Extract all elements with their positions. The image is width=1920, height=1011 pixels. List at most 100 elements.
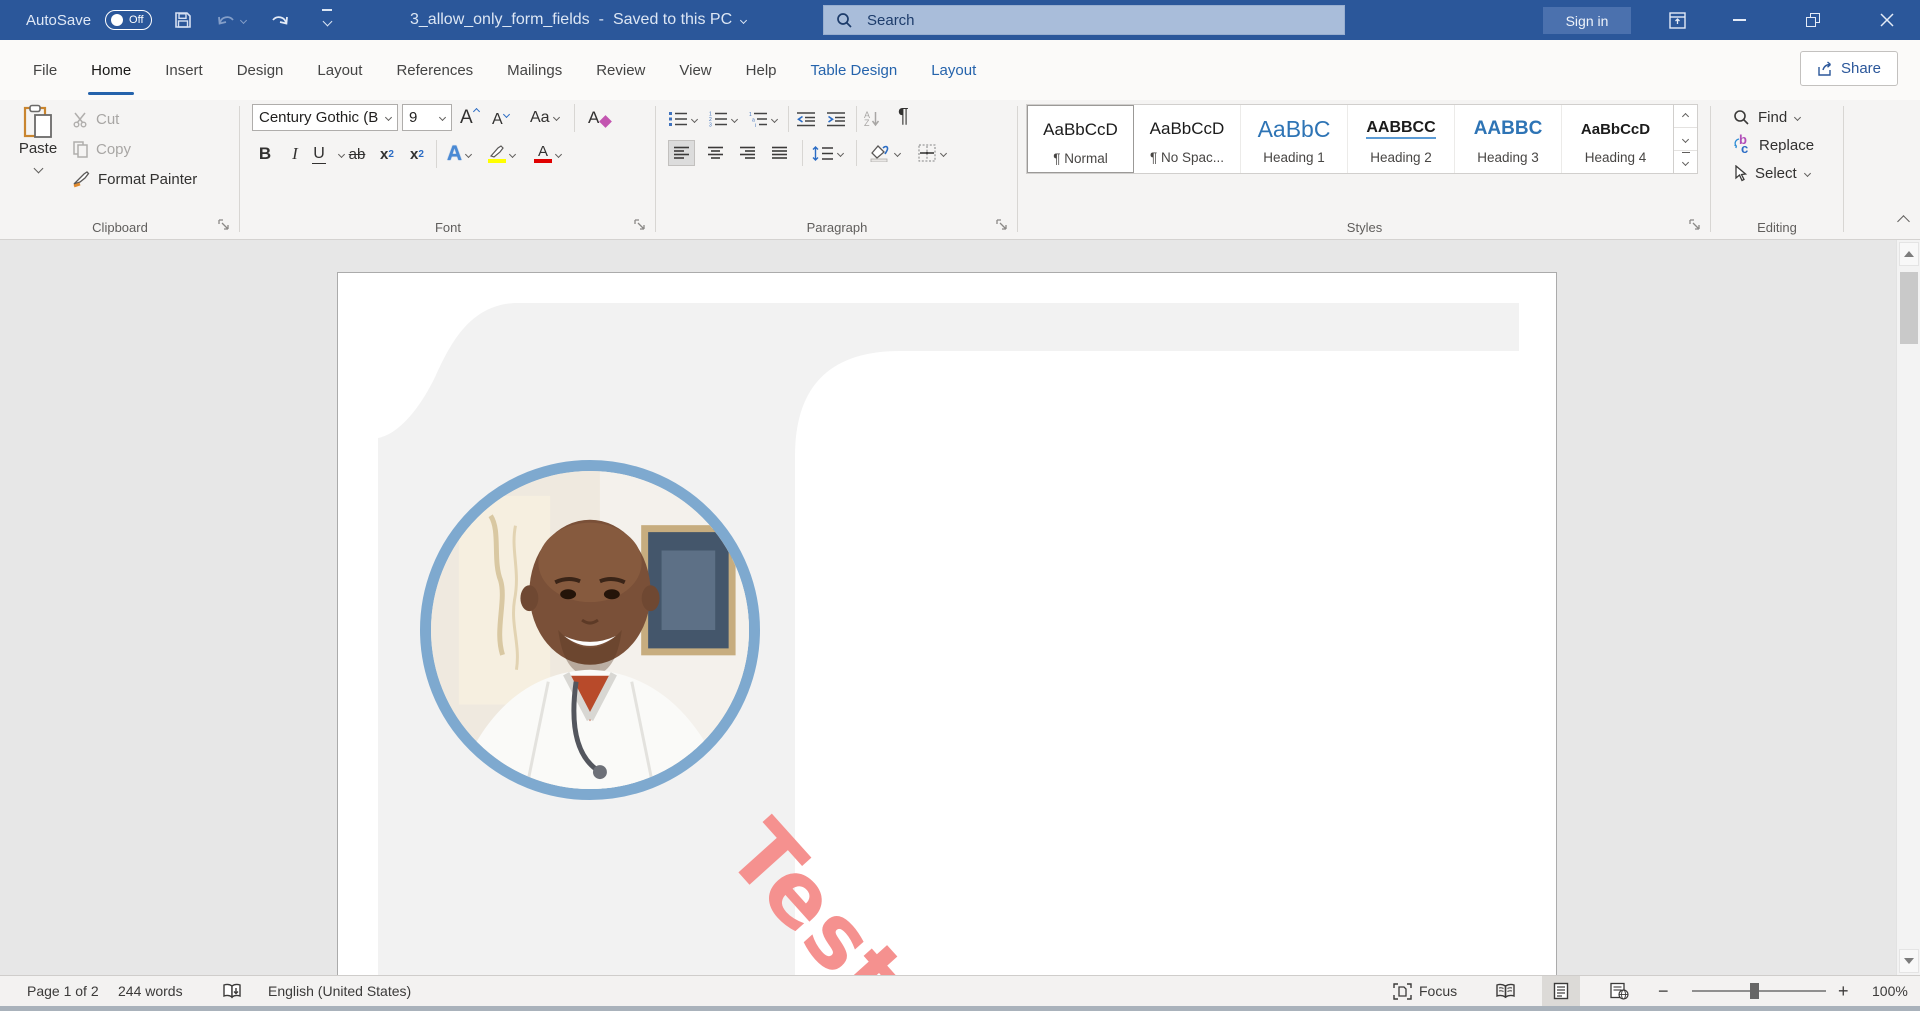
scrollbar-thumb[interactable] xyxy=(1900,272,1918,344)
tab-layout[interactable]: Layout xyxy=(300,40,379,100)
read-mode-button[interactable] xyxy=(1486,976,1524,1006)
scroll-down-button[interactable] xyxy=(1899,949,1919,973)
restore-button[interactable] xyxy=(1790,0,1836,40)
numbered-list-button[interactable]: 1 2 3 xyxy=(708,106,728,132)
sort-button[interactable]: AZ xyxy=(864,106,880,132)
style-heading-3[interactable]: AABBC Heading 3 xyxy=(1455,105,1562,173)
share-button[interactable]: Share xyxy=(1800,51,1898,86)
highlight-button[interactable] xyxy=(488,140,515,168)
profile-photo[interactable] xyxy=(420,460,760,800)
proofing-status-button[interactable] xyxy=(222,976,243,1006)
numbered-list-dropdown[interactable] xyxy=(732,106,737,132)
clipboard-dialog-launcher[interactable] xyxy=(218,219,233,234)
page-indicator[interactable]: Page 1 of 2 xyxy=(27,976,99,1006)
styles-scroll-up-button[interactable] xyxy=(1674,105,1697,127)
autosave-toggle[interactable]: Off xyxy=(105,10,152,30)
style-heading-1[interactable]: AaBbC Heading 1 xyxy=(1241,105,1348,173)
document-canvas[interactable]: Test xyxy=(0,240,1920,975)
align-left-button[interactable] xyxy=(668,140,695,166)
tab-design[interactable]: Design xyxy=(220,40,301,100)
align-right-icon xyxy=(739,146,756,160)
align-center-button[interactable] xyxy=(702,140,729,166)
tab-view[interactable]: View xyxy=(662,40,728,100)
search-bar[interactable] xyxy=(823,5,1345,35)
document-page[interactable]: Test xyxy=(337,272,1557,975)
strikethrough-button[interactable]: ab xyxy=(344,140,370,168)
show-hide-marks-button[interactable]: ¶ xyxy=(898,103,909,129)
shrink-font-button[interactable]: A xyxy=(492,106,509,133)
align-right-button[interactable] xyxy=(734,140,761,166)
bold-button[interactable]: B xyxy=(252,140,278,168)
scroll-up-button[interactable] xyxy=(1899,242,1919,266)
language-indicator[interactable]: English (United States) xyxy=(268,976,411,1006)
decrease-indent-button[interactable] xyxy=(796,106,816,132)
tab-table-layout[interactable]: Layout xyxy=(914,40,993,100)
ribbon-display-options-button[interactable] xyxy=(1654,0,1700,40)
tab-mailings[interactable]: Mailings xyxy=(490,40,579,100)
multilevel-list-dropdown[interactable] xyxy=(772,106,777,132)
web-layout-button[interactable] xyxy=(1600,976,1638,1006)
increase-indent-button[interactable] xyxy=(826,106,846,132)
italic-button[interactable]: I xyxy=(282,140,308,168)
zoom-in-button[interactable]: + xyxy=(1838,976,1849,1006)
font-dialog-launcher[interactable] xyxy=(634,219,649,234)
paragraph-dialog-launcher[interactable] xyxy=(996,219,1011,234)
font-color-button[interactable]: A xyxy=(534,140,561,168)
tab-insert[interactable]: Insert xyxy=(148,40,220,100)
clear-formatting-button[interactable]: A xyxy=(588,104,610,131)
paste-button[interactable]: Paste xyxy=(12,104,64,214)
print-layout-button[interactable] xyxy=(1542,976,1580,1006)
font-name-combo[interactable]: Century Gothic (B xyxy=(252,104,398,131)
tab-home[interactable]: Home xyxy=(74,40,148,100)
styles-scroll-down-button[interactable] xyxy=(1674,127,1697,151)
style-normal[interactable]: AaBbCcD ¶ Normal xyxy=(1027,105,1134,173)
grow-font-button[interactable]: A xyxy=(460,104,479,131)
close-button[interactable] xyxy=(1864,0,1910,40)
document-title[interactable]: 3_allow_only_form_fields - Saved to this… xyxy=(410,0,746,40)
zoom-slider-thumb[interactable] xyxy=(1750,983,1759,999)
search-input[interactable] xyxy=(867,12,1287,29)
styles-dialog-launcher[interactable] xyxy=(1689,219,1704,234)
text-effects-button[interactable]: A xyxy=(446,140,472,168)
style-heading-2[interactable]: AABBCC Heading 2 xyxy=(1348,105,1455,173)
subscript-button[interactable]: x2 xyxy=(374,140,400,168)
bullet-list-dropdown[interactable] xyxy=(692,106,697,132)
zoom-level[interactable]: 100% xyxy=(1872,976,1908,1006)
redo-button[interactable] xyxy=(262,5,296,35)
multilevel-list-button[interactable]: 1 a i xyxy=(748,106,768,132)
tab-help[interactable]: Help xyxy=(729,40,794,100)
replace-button[interactable]: b c Replace xyxy=(1733,132,1814,158)
zoom-slider-track[interactable] xyxy=(1692,990,1826,992)
styles-group-label: Styles xyxy=(1018,220,1711,235)
superscript-button[interactable]: x2 xyxy=(404,140,430,168)
style-heading-4[interactable]: AaBbCcD Heading 4 xyxy=(1562,105,1669,173)
tab-file[interactable]: File xyxy=(16,40,74,100)
tab-review[interactable]: Review xyxy=(579,40,662,100)
font-size-combo[interactable]: 9 xyxy=(402,104,452,131)
minimize-button[interactable] xyxy=(1716,0,1762,40)
customize-quick-access-button[interactable] xyxy=(310,5,344,35)
change-case-button[interactable]: Aa xyxy=(530,104,559,131)
justify-button[interactable] xyxy=(766,140,793,166)
style-no-spacing[interactable]: AaBbCcD ¶ No Spac... xyxy=(1134,105,1241,173)
tab-references[interactable]: References xyxy=(379,40,490,100)
cut-button[interactable]: Cut xyxy=(72,106,119,132)
zoom-out-button[interactable]: − xyxy=(1658,976,1669,1006)
collapse-ribbon-button[interactable] xyxy=(1899,213,1908,231)
tab-table-design[interactable]: Table Design xyxy=(794,40,915,100)
vertical-scrollbar[interactable] xyxy=(1896,240,1920,975)
line-spacing-button[interactable] xyxy=(812,140,843,166)
format-painter-button[interactable]: Format Painter xyxy=(72,166,197,192)
save-button[interactable] xyxy=(166,5,200,35)
focus-button[interactable]: Focus xyxy=(1393,976,1457,1006)
shading-button[interactable] xyxy=(868,140,900,166)
styles-more-button[interactable] xyxy=(1674,151,1697,173)
copy-button[interactable]: Copy xyxy=(72,136,131,162)
borders-button[interactable] xyxy=(918,140,946,166)
undo-button[interactable] xyxy=(214,5,248,35)
sign-in-button[interactable]: Sign in xyxy=(1543,7,1631,34)
select-button[interactable]: Select xyxy=(1733,160,1810,186)
find-button[interactable]: Find xyxy=(1733,104,1800,130)
bullet-list-button[interactable] xyxy=(668,106,688,132)
word-count[interactable]: 244 words xyxy=(118,976,183,1006)
